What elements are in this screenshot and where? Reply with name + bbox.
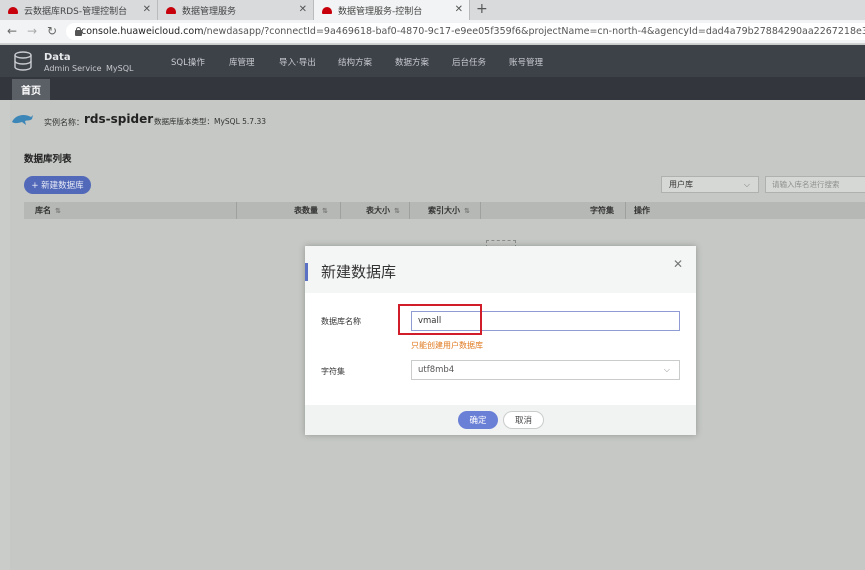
column-table-count[interactable]: 表数量 ⇅ xyxy=(294,202,328,219)
column-db-name[interactable]: 库名 ⇅ xyxy=(35,202,61,219)
browser-tab-title: 云数据库RDS-管理控制台 xyxy=(24,6,128,17)
mysql-dolphin-icon xyxy=(12,114,33,125)
close-icon[interactable]: ✕ xyxy=(455,4,463,15)
dialog-body xyxy=(305,293,696,405)
sort-icon[interactable]: ⇅ xyxy=(464,207,470,215)
url-host: console.huaweicloud.com xyxy=(81,26,204,37)
db-search-input[interactable]: 请输入库名进行搜索 xyxy=(765,176,865,193)
column-index-size[interactable]: 索引大小 ⇅ xyxy=(428,202,470,219)
dialog-title-accent xyxy=(305,263,308,281)
db-type-value: 用户库 xyxy=(669,180,693,189)
column-label: 字符集 xyxy=(590,206,614,215)
menu-db-manage[interactable]: 库管理 xyxy=(229,56,255,68)
column-actions: 操作 xyxy=(634,202,650,219)
browser-tab-title: 数据管理服务-控制台 xyxy=(338,6,423,17)
charset-value: utf8mb4 xyxy=(418,365,455,375)
huawei-icon xyxy=(8,6,18,15)
db-table-header: 库名 ⇅ 表数量 ⇅ 表大小 ⇅ 索引大小 ⇅ 字符集 操作 xyxy=(24,202,865,219)
chevron-down-icon: ⌵ xyxy=(743,180,750,189)
browser-tab-das[interactable]: 数据管理服务 ✕ xyxy=(158,0,314,20)
highlight-annotation xyxy=(398,304,482,335)
column-charset: 字符集 xyxy=(590,202,614,219)
chevron-down-icon: ⌵ xyxy=(663,365,670,374)
menu-tasks[interactable]: 后台任务 xyxy=(452,56,486,68)
sort-icon[interactable]: ⇅ xyxy=(394,207,400,215)
browser-tabbar: 云数据库RDS-管理控制台 ✕ 数据管理服务 ✕ 数据管理服务-控制台 ✕ + xyxy=(0,0,865,20)
logo-title: Data xyxy=(44,52,71,63)
column-divider xyxy=(236,202,237,219)
sub-navigation: 首页 xyxy=(0,77,865,100)
dialog-title: 新建数据库 xyxy=(321,263,397,281)
back-icon[interactable]: ← xyxy=(7,24,17,38)
close-icon[interactable]: ✕ xyxy=(143,4,151,15)
column-divider xyxy=(625,202,626,219)
new-database-button[interactable]: + 新建数据库 xyxy=(24,176,91,194)
confirm-button[interactable]: 确定 xyxy=(458,411,498,429)
sort-icon[interactable]: ⇅ xyxy=(55,207,61,215)
browser-tab-title: 数据管理服务 xyxy=(182,6,237,17)
db-version-label: 数据库版本类型：MySQL 5.7.33 xyxy=(154,117,266,126)
logo-subtitle: Admin Service xyxy=(44,64,102,73)
column-label: 库名 xyxy=(35,206,51,215)
column-divider xyxy=(409,202,410,219)
menu-schema[interactable]: 结构方案 xyxy=(338,56,372,68)
menu-data[interactable]: 数据方案 xyxy=(395,56,429,68)
new-database-dialog: 新建数据库 ✕ xyxy=(305,246,696,435)
close-icon[interactable]: ✕ xyxy=(299,4,307,15)
column-divider xyxy=(480,202,481,219)
charset-select[interactable]: utf8mb4 ⌵ xyxy=(411,360,680,380)
charset-label: 字符集 xyxy=(321,367,345,376)
app-header: Data Admin Service MySQL SQL操作 库管理 导入·导出… xyxy=(0,45,865,77)
column-label: 操作 xyxy=(634,206,650,215)
column-label: 表数量 xyxy=(294,206,318,215)
menu-import-export[interactable]: 导入·导出 xyxy=(279,56,316,68)
database-logo-icon xyxy=(14,51,32,71)
column-table-size[interactable]: 表大小 ⇅ xyxy=(366,202,400,219)
instance-name: rds-spider xyxy=(84,112,154,126)
db-type-select[interactable]: 用户库 ⌵ xyxy=(661,176,759,193)
column-label: 表大小 xyxy=(366,206,390,215)
column-label: 索引大小 xyxy=(428,206,460,215)
db-name-hint: 只能创建用户数据库 xyxy=(411,341,483,350)
huawei-icon xyxy=(166,6,176,15)
url-input[interactable]: console.huaweicloud.com/newdasapp/?conne… xyxy=(66,23,865,40)
dialog-footer xyxy=(305,405,696,435)
instance-name-label: 实例名称： xyxy=(44,118,84,127)
tab-home[interactable]: 首页 xyxy=(12,79,50,100)
cancel-button[interactable]: 取消 xyxy=(503,411,544,429)
sort-icon[interactable]: ⇅ xyxy=(322,207,328,215)
logo-db-type: MySQL xyxy=(106,64,134,73)
reload-icon[interactable]: ↻ xyxy=(47,24,57,38)
forward-icon[interactable]: → xyxy=(27,24,37,38)
menu-accounts[interactable]: 账号管理 xyxy=(509,56,543,68)
column-divider xyxy=(340,202,341,219)
menu-sql[interactable]: SQL操作 xyxy=(171,56,205,68)
huawei-icon xyxy=(322,6,332,15)
browser-tab-das-console[interactable]: 数据管理服务-控制台 ✕ xyxy=(314,0,470,20)
address-bar-area: ← → ↻ console.huaweicloud.com/newdasapp/… xyxy=(0,20,865,44)
close-icon[interactable]: ✕ xyxy=(673,257,683,271)
url-path: /newdasapp/?connectId=9a469618-baf0-4870… xyxy=(203,26,865,37)
db-list-title: 数据库列表 xyxy=(24,154,72,165)
new-tab-icon[interactable]: + xyxy=(476,1,488,17)
browser-tab-rds[interactable]: 云数据库RDS-管理控制台 ✕ xyxy=(0,0,158,20)
db-name-label: 数据库名称 xyxy=(321,317,361,326)
